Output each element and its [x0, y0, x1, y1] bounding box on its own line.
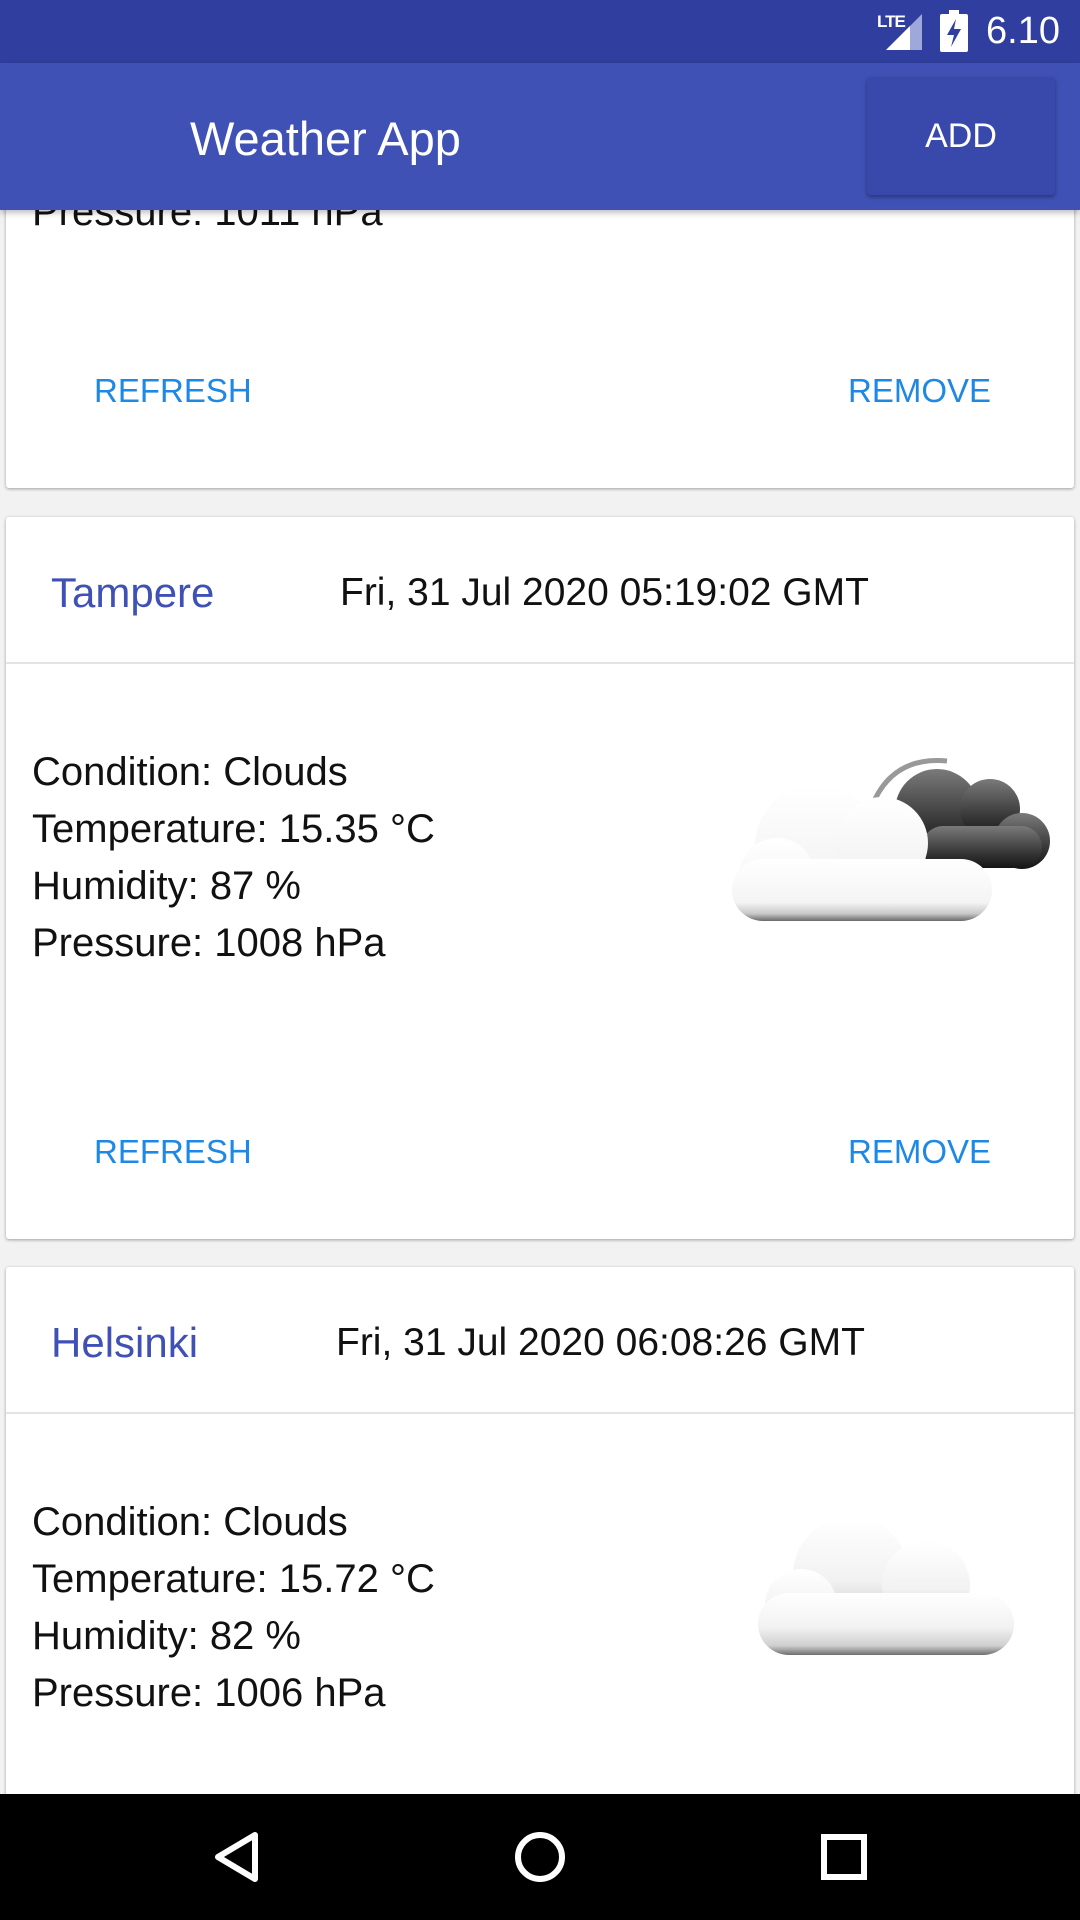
recents-icon[interactable]: [806, 1819, 882, 1895]
card-header: Helsinki Fri, 31 Jul 2020 06:08:26 GMT: [6, 1267, 1074, 1414]
condition-text: Condition: Clouds: [32, 1500, 348, 1544]
weather-card-list[interactable]: Pressure: 1011 hPa REFRESH REMOVE Tamper…: [0, 210, 1080, 1794]
app-title: Weather App: [190, 112, 461, 165]
weather-card: Helsinki Fri, 31 Jul 2020 06:08:26 GMT C…: [6, 1267, 1074, 1794]
clock: 6.10: [986, 10, 1060, 52]
remove-button[interactable]: REMOVE: [848, 372, 991, 410]
card-header: Tampere Fri, 31 Jul 2020 05:19:02 GMT: [6, 517, 1074, 664]
back-icon[interactable]: [198, 1819, 274, 1895]
add-button[interactable]: ADD: [867, 77, 1055, 195]
condition-text: Condition: Clouds: [32, 750, 348, 794]
humidity-text: Humidity: 87 %: [32, 864, 301, 908]
clouds-dark-icon: [732, 758, 1050, 921]
weather-card: Tampere Fri, 31 Jul 2020 05:19:02 GMT Co…: [6, 517, 1074, 1239]
pressure-text: Pressure: 1011 hPa: [32, 210, 383, 234]
weather-details: Condition: Clouds Temperature: 15.72 °C …: [32, 1494, 435, 1722]
temperature-text: Temperature: 15.72 °C: [32, 1557, 435, 1601]
city-name: Tampere: [51, 569, 215, 616]
signal-icon: [886, 14, 922, 50]
weather-details: Condition: Clouds Temperature: 15.35 °C …: [32, 744, 435, 972]
refresh-button[interactable]: REFRESH: [94, 1133, 252, 1171]
cloud-icon: [758, 1517, 1014, 1655]
battery-charging-icon: [940, 10, 968, 52]
home-icon[interactable]: [502, 1819, 578, 1895]
humidity-text: Humidity: 82 %: [32, 1614, 301, 1658]
app-bar: Weather App ADD: [0, 63, 1080, 210]
status-bar: LTE 6.10: [0, 0, 1080, 63]
navigation-bar: [0, 1794, 1080, 1920]
update-time: Fri, 31 Jul 2020 06:08:26 GMT: [336, 1321, 865, 1364]
weather-card: Pressure: 1011 hPa REFRESH REMOVE: [6, 210, 1074, 488]
pressure-text: Pressure: 1008 hPa: [32, 921, 386, 965]
update-time: Fri, 31 Jul 2020 05:19:02 GMT: [340, 571, 869, 614]
refresh-button[interactable]: REFRESH: [94, 372, 252, 410]
temperature-text: Temperature: 15.35 °C: [32, 807, 435, 851]
pressure-text: Pressure: 1006 hPa: [32, 1671, 386, 1715]
city-name: Helsinki: [51, 1319, 199, 1366]
remove-button[interactable]: REMOVE: [848, 1133, 991, 1171]
